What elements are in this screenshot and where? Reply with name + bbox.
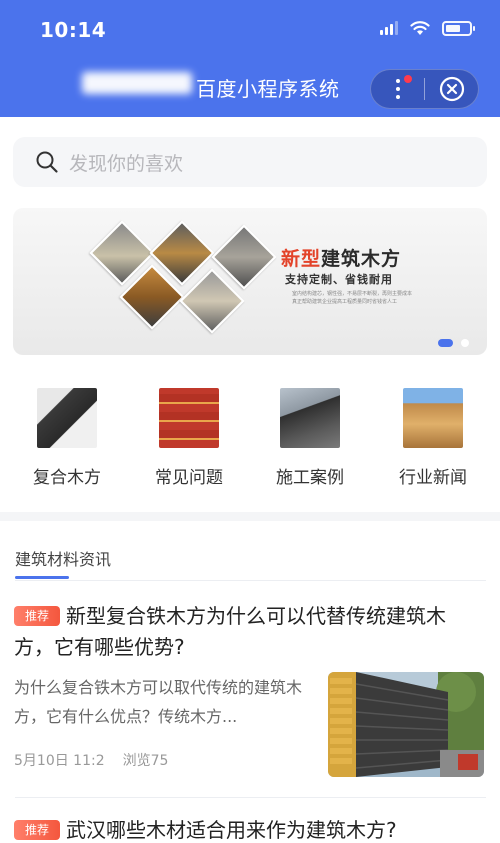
notification-dot (404, 75, 412, 83)
search-placeholder: 发现你的喜欢 (69, 152, 184, 175)
article-title[interactable]: 推荐 武汉哪些木材适合用来作为建筑木方? (14, 815, 484, 843)
category-faq[interactable]: 常见问题 (129, 388, 249, 488)
news-tab-underline (15, 576, 69, 579)
mini-program-capsule (370, 69, 479, 109)
app-title: 百度小程序系统 (196, 77, 340, 101)
article-thumbnail[interactable] (328, 672, 484, 777)
more-menu-button[interactable] (371, 69, 424, 109)
app-header: 10:14 百度小程序系统 (0, 0, 500, 117)
wifi-icon (410, 21, 430, 35)
banner-subtitle: 支持定制、省钱耐用 (285, 273, 393, 286)
status-time: 10:14 (40, 18, 107, 42)
article-meta: 5月10日 11:2 浏览75 (14, 750, 168, 770)
category-industry-news[interactable]: 行业新闻 (373, 388, 493, 488)
promo-banner[interactable]: 新型建筑木方 支持定制、省钱耐用 室内结构建芯，钢性强，不易层不断裂，再则主要成… (13, 208, 487, 355)
search-bar[interactable]: 发现你的喜欢 (13, 137, 487, 187)
article-title[interactable]: 推荐 新型复合铁木方为什么可以代替传统建筑木方，它有哪些优势? (14, 601, 484, 663)
search-icon (36, 151, 58, 173)
category-label: 施工案例 (276, 468, 344, 488)
news-section: 建筑材料资讯 推荐 新型复合铁木方为什么可以代替传统建筑木方，它有哪些优势? 为什… (0, 521, 500, 843)
status-icons (380, 20, 475, 36)
recommend-badge: 推荐 (14, 820, 60, 840)
category-image (403, 388, 463, 448)
news-divider (15, 580, 486, 581)
article-summary: 为什么复合铁木方可以取代传统的建筑木方，它有什么优点？传统木方... (14, 678, 303, 726)
category-image (280, 388, 340, 448)
category-construction-cases[interactable]: 施工案例 (250, 388, 370, 488)
close-button[interactable] (425, 69, 478, 109)
recommend-badge: 推荐 (14, 606, 60, 626)
article-divider (15, 797, 486, 798)
redacted-title-prefix (82, 72, 192, 94)
category-label: 行业新闻 (399, 468, 467, 488)
article-date: 5月10日 11:2 (14, 753, 105, 769)
category-grid: 复合木方 常见问题 施工案例 行业新闻 (0, 388, 500, 498)
category-image (37, 388, 97, 448)
article-views: 浏览75 (122, 753, 169, 769)
banner-fineprint-2: 真正帮助建筑企业提高工程质量同时省钱省人工 (292, 299, 398, 305)
carousel-dot[interactable] (461, 339, 469, 347)
signal-icon (380, 21, 398, 35)
news-section-title[interactable]: 建筑材料资讯 (15, 546, 111, 570)
banner-fineprint-1: 室内结构建芯，钢性强，不易层不断裂，再则主要成本 (292, 291, 413, 297)
battery-icon (442, 20, 475, 36)
category-label: 复合木方 (33, 468, 101, 488)
category-composite-timber[interactable]: 复合木方 (7, 388, 127, 488)
category-image (159, 388, 219, 448)
close-icon (439, 76, 464, 102)
carousel-dot-active[interactable] (438, 339, 453, 347)
main-content: 发现你的喜欢 新型建筑木方 支持定制、省钱耐用 室内结构建芯，钢性强，不易层不断… (0, 117, 500, 512)
category-label: 常见问题 (155, 468, 223, 488)
carousel-indicator (438, 339, 469, 347)
banner-title: 新型建筑木方 (281, 248, 402, 270)
